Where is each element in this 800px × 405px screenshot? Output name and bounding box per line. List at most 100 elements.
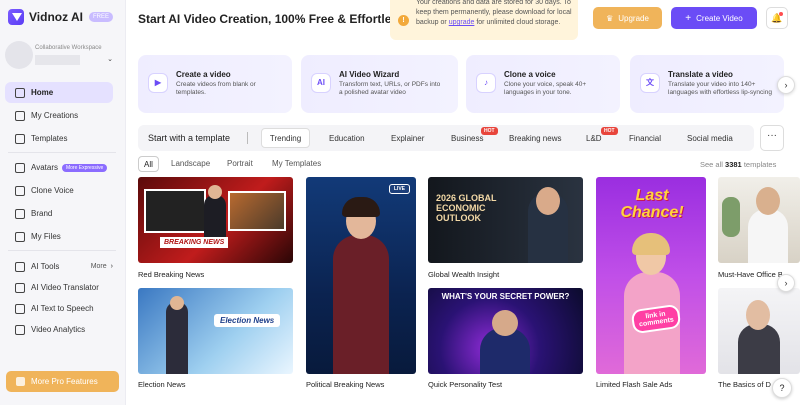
crown-icon: [16, 377, 25, 386]
card-create-video[interactable]: ▶ Create a video Create videos from blan…: [138, 55, 292, 113]
tab-business[interactable]: Business: [451, 134, 483, 143]
filter-portrait[interactable]: Portrait: [227, 159, 253, 168]
template-count[interactable]: See all 3381 templates: [700, 160, 776, 169]
sidebar-item-my-files[interactable]: My Files: [5, 226, 113, 247]
template-thumbnail[interactable]: BREAKING NEWS: [138, 177, 293, 263]
logo[interactable]: Vidnoz AI FREE: [8, 9, 114, 25]
sidebar-item-ai-video-translator[interactable]: AI Video Translator: [5, 277, 113, 298]
notice-text: Your creations and data are stored for 3…: [416, 0, 576, 28]
presenter-figure: [166, 302, 188, 374]
card-clone-voice[interactable]: ♪ Clone a voice Clone your voice, speak …: [466, 55, 620, 113]
chevron-down-icon: ⌄: [107, 56, 113, 63]
tab-trending[interactable]: Trending: [261, 128, 310, 148]
sidebar-item-label: My Creations: [31, 111, 79, 120]
card-desc: Clone your voice, speak 40+ languages in…: [504, 81, 587, 96]
tab-explainer[interactable]: Explainer: [391, 134, 424, 143]
sidebar-item-brand[interactable]: Brand: [5, 203, 113, 224]
template-label: Political Breaking News: [306, 380, 385, 389]
speech-icon: [15, 303, 25, 314]
tab-social-media[interactable]: Social media: [687, 134, 733, 143]
more-link[interactable]: More: [91, 263, 107, 270]
template-thumbnail[interactable]: WHAT'S YOUR SECRET POWER?: [428, 288, 583, 374]
breaking-news-banner: BREAKING NEWS: [160, 237, 229, 248]
create-video-label: Create Video: [696, 13, 743, 23]
help-icon[interactable]: ?: [772, 378, 792, 398]
card-translate-video[interactable]: 文 Translate a video Translate your video…: [630, 55, 784, 113]
filter-all[interactable]: All: [138, 156, 159, 172]
card-ai-video-wizard[interactable]: AI AI Video Wizard Transform text, URLs,…: [301, 55, 458, 113]
ai-icon: AI: [311, 73, 331, 93]
sidebar-item-label: Video Analytics: [31, 325, 86, 334]
plant-graphic: [722, 197, 740, 237]
sidebar-item-label: AI Video Translator: [31, 283, 99, 292]
presenter-hair: [342, 197, 380, 217]
presenter-face: [170, 296, 184, 310]
sidebar-item-video-analytics[interactable]: Video Analytics: [5, 319, 113, 340]
card-title: Create a video: [176, 70, 231, 79]
sidebar: Vidnoz AI FREE Collaborative Workspace ⌄…: [0, 0, 126, 405]
card-desc: Transform text, URLs, or PDFs into a pol…: [339, 81, 441, 96]
sidebar-item-ai-text-to-speech[interactable]: AI Text to Speech: [5, 298, 113, 319]
plus-icon: +: [685, 12, 692, 24]
sidebar-item-label: Brand: [31, 209, 53, 218]
card-desc: Translate your video into 140+ languages…: [668, 81, 772, 96]
workspace-switcher[interactable]: Collaborative Workspace ⌄: [5, 41, 119, 69]
filter-landscape[interactable]: Landscape: [171, 159, 210, 168]
sidebar-item-clone-voice[interactable]: Clone Voice: [5, 180, 113, 201]
template-thumbnail[interactable]: 2026 GLOBAL ECONOMIC OUTLOOK: [428, 177, 583, 263]
sidebar-item-avatars[interactable]: Avatars More Expressive: [5, 157, 113, 178]
bell-icon[interactable]: 🔔: [766, 7, 788, 29]
notice-text-end: for unlimited cloud storage.: [474, 19, 561, 26]
file-icon: [15, 231, 25, 242]
more-pro-features-button[interactable]: More Pro Features: [6, 371, 119, 392]
presenter-figure: [738, 324, 780, 374]
sidebar-item-templates[interactable]: Templates: [5, 128, 113, 149]
presenter-face: [536, 187, 560, 215]
card-desc: Create videos from blank or templates.: [176, 81, 256, 96]
analytics-icon: [15, 324, 25, 335]
create-video-button[interactable]: + Create Video: [671, 7, 757, 29]
template-thumbnail[interactable]: Last Chance! link in comments: [596, 177, 706, 374]
translate-icon: 文: [640, 73, 660, 93]
tab-breaking-news[interactable]: Breaking news: [509, 134, 561, 143]
tab-l-and-d[interactable]: L&D: [586, 134, 602, 143]
presenter-face: [492, 310, 518, 336]
vidnoz-logo-icon: [8, 9, 24, 25]
storage-notice: ! Your creations and data are stored for…: [390, 0, 578, 40]
hot-badge: HOT: [601, 127, 618, 135]
template-category-bar: [138, 125, 754, 151]
translate-icon: [15, 282, 25, 293]
template-thumbnail[interactable]: [718, 288, 800, 374]
tab-financial[interactable]: Financial: [629, 134, 661, 143]
app-name: Vidnoz AI: [29, 10, 83, 24]
template-thumbnail[interactable]: Election News: [138, 288, 293, 374]
card-title: Clone a voice: [504, 70, 556, 79]
election-news-banner: Election News: [214, 314, 281, 327]
template-label: Election News: [138, 380, 186, 389]
divider: [8, 152, 116, 153]
sidebar-item-my-creations[interactable]: My Creations: [5, 105, 113, 126]
sidebar-item-label: AI Text to Speech: [31, 304, 94, 313]
template-thumbnail[interactable]: [718, 177, 800, 263]
more-expressive-badge: More Expressive: [61, 163, 108, 172]
sidebar-item-home[interactable]: Home: [5, 82, 113, 103]
upgrade-button[interactable]: ♛ Upgrade: [593, 7, 662, 29]
last-chance-title: Last Chance!: [620, 187, 684, 221]
chevron-right-icon[interactable]: ›: [777, 274, 795, 292]
tab-education[interactable]: Education: [329, 134, 365, 143]
filter-my-templates[interactable]: My Templates: [272, 159, 321, 168]
template-label: Must-Have Office Br: [718, 270, 782, 279]
page-title: Start AI Video Creation, 100% Free & Eff…: [138, 12, 409, 26]
more-icon[interactable]: ···: [760, 125, 784, 151]
workspace-name-placeholder: [35, 55, 80, 65]
divider: [247, 132, 248, 144]
template-label: The Basics of D: [718, 380, 771, 389]
sidebar-item-ai-tools[interactable]: AI Tools More ›: [5, 256, 113, 277]
folder-icon: [15, 110, 25, 121]
avatar-icon: [15, 162, 25, 173]
upgrade-link[interactable]: upgrade: [449, 19, 475, 26]
sidebar-item-label: Home: [31, 88, 54, 97]
template-thumbnail[interactable]: LIVE: [306, 177, 416, 374]
template-label: Red Breaking News: [138, 270, 205, 279]
chevron-right-icon[interactable]: ›: [777, 76, 795, 94]
